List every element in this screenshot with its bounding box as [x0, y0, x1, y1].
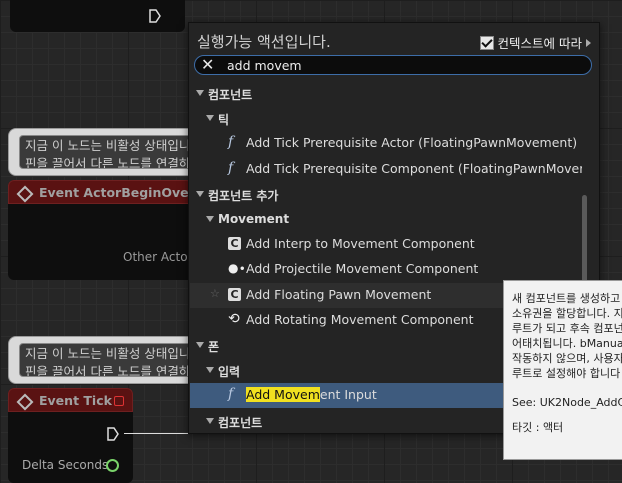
search-input[interactable]: add movem — [227, 58, 302, 73]
clear-search-icon[interactable]: ✕ — [201, 57, 214, 73]
tooltip-line: 루트로 설정해야 합니다 — [512, 367, 621, 380]
tooltip-line: 어태치됩니다. bManual — [512, 337, 622, 350]
node-begin-overlap[interactable]: Event ActorBeginOverlap Other Actor — [8, 180, 193, 280]
exec-pin-icon[interactable] — [106, 427, 120, 441]
menu-title: 실행가능 액션입니다. — [197, 33, 331, 51]
action-label: Add Rotating Movement Component — [246, 311, 474, 327]
action-item[interactable]: C Add Interp to Movement Component — [190, 232, 582, 257]
action-label: Add Floating Pawn Movement — [246, 286, 432, 302]
chevron-down-icon[interactable] — [206, 367, 214, 374]
category-label: 컴포넌트 — [218, 415, 263, 430]
node-header[interactable]: Event ActorBeginOverlap — [8, 180, 193, 204]
chevron-down-icon[interactable] — [196, 190, 204, 197]
function-icon: f — [228, 159, 234, 176]
pin-label-other-actor: Other Actor — [123, 250, 193, 264]
action-label: Add Movement Input — [246, 387, 377, 403]
comment-line: 지금 이 노드는 비활성 상태입니 — [25, 138, 191, 153]
tooltip-see: See: UK2Node_AddComponent — [512, 396, 622, 409]
float-pin-icon[interactable] — [106, 459, 119, 472]
tooltip-target: 타깃 : 액터 — [512, 421, 564, 434]
chevron-right-icon — [586, 38, 591, 47]
tooltip: 새 컴포넌트를 생성하고 소유권을 할당합니다. 지 루트가 되고 후속 컴포넌… — [503, 280, 622, 460]
action-label: Add Interp to Movement Component — [246, 236, 475, 252]
exec-pin-icon[interactable] — [148, 9, 162, 23]
function-icon: f — [228, 386, 234, 403]
comment-text: 지금 이 노드는 비활성 상태입니 핀을 끌어서 다른 노드를 연결하 — [19, 343, 209, 377]
component-icon: C — [228, 237, 241, 251]
pin-label-delta-seconds: Delta Seconds — [22, 458, 109, 472]
action-label: Add Projectile Movement Component — [246, 261, 479, 277]
comment-line: 핀을 끌어서 다른 노드를 연결하 — [25, 364, 191, 377]
category-label: 폰 — [208, 340, 220, 354]
category-row[interactable]: 컴포넌트 추가 — [190, 182, 582, 207]
chevron-down-icon[interactable] — [206, 115, 214, 122]
tooltip-line: 작동하지 않으며, 사용자 — [512, 352, 622, 365]
event-icon — [16, 185, 34, 203]
chevron-down-icon[interactable] — [196, 90, 204, 96]
comment-line: 핀을 끌어서 다른 노드를 연결하 — [25, 156, 191, 169]
node-top[interactable] — [10, 0, 185, 32]
comment-line: 지금 이 노드는 비활성 상태입니 — [25, 346, 191, 361]
delegate-pin-icon[interactable] — [114, 396, 124, 406]
node-title: Event Tick — [39, 393, 112, 408]
category-row[interactable]: 컴포넌트 — [190, 81, 582, 106]
action-item[interactable]: f Add Tick Prerequisite Actor (FloatingPa… — [190, 131, 582, 156]
label-rest: ent Input — [319, 387, 377, 403]
projectile-icon: ●∙ — [228, 261, 246, 276]
tooltip-line: 루트가 되고 후속 컴포넌 — [512, 322, 622, 335]
category-row[interactable]: 틱 — [190, 106, 582, 131]
comment-box[interactable]: 지금 이 노드는 비활성 상태입니 핀을 끌어서 다른 노드를 연결하 — [8, 128, 210, 176]
event-icon — [16, 393, 34, 411]
chevron-down-icon[interactable] — [206, 216, 214, 222]
exec-wire — [124, 433, 188, 434]
category-row[interactable]: Movement — [190, 207, 582, 232]
context-sensitive-toggle[interactable]: 컨텍스트에 따라 — [479, 33, 591, 52]
scrollbar-thumb[interactable] — [582, 195, 587, 285]
comment-box[interactable]: 지금 이 노드는 비활성 상태입니 핀을 끌어서 다른 노드를 연결하 — [8, 336, 210, 384]
node-event-tick[interactable]: Event Tick Delta Seconds — [8, 388, 133, 483]
context-checkbox[interactable] — [479, 35, 494, 50]
action-item[interactable]: f Add Tick Prerequisite Component (Floati… — [190, 157, 582, 182]
context-label: 컨텍스트에 따라 — [497, 36, 582, 51]
chevron-down-icon[interactable] — [206, 417, 214, 424]
tooltip-line: 소유권을 할당합니다. 지 — [512, 307, 622, 320]
node-title: Event ActorBeginOverlap — [39, 185, 192, 200]
category-label: 입력 — [218, 365, 241, 380]
category-label: 틱 — [218, 113, 230, 128]
function-icon: f — [228, 134, 234, 151]
rotating-icon: ⟲ — [228, 310, 240, 327]
comment-text: 지금 이 노드는 비활성 상태입니 핀을 끌어서 다른 노드를 연결하 — [19, 135, 209, 169]
component-icon: C — [228, 287, 241, 301]
action-label: Add Tick Prerequisite Actor (FloatingPaw… — [246, 135, 578, 151]
search-match: Add Movem — [246, 387, 320, 403]
favorite-star-icon[interactable]: ☆ — [210, 287, 220, 300]
category-label: 컴포넌트 — [208, 88, 253, 102]
category-label: 컴포넌트 추가 — [208, 188, 279, 203]
category-label: Movement — [218, 212, 290, 226]
action-item[interactable]: ●∙ Add Projectile Movement Component — [190, 257, 582, 282]
search-box[interactable]: ✕ add movem — [194, 55, 592, 75]
tooltip-line: 새 컴포넌트를 생성하고 — [512, 292, 621, 305]
chevron-down-icon[interactable] — [196, 342, 204, 348]
action-label: Add Tick Prerequisite Component (Floatin… — [246, 160, 582, 176]
